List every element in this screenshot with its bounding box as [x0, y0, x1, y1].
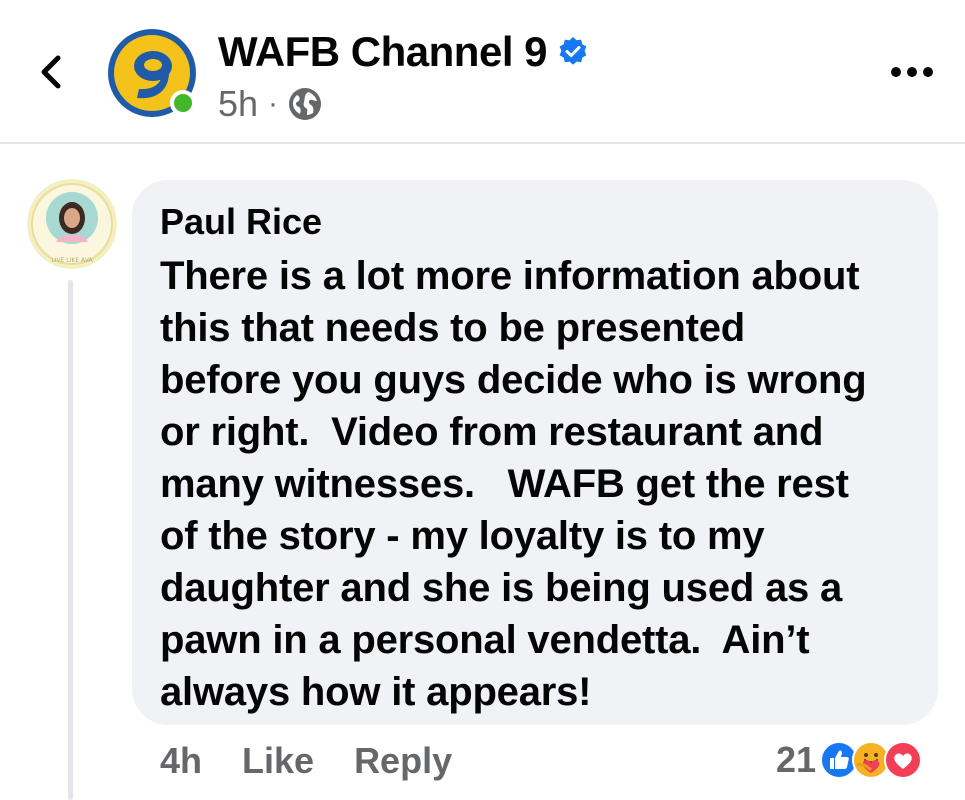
profile-photo-icon: LIVE LIKE AVA — [27, 179, 117, 269]
post-header: 9 WAFB Channel 9 5h · — [0, 0, 965, 144]
comment-time[interactable]: 4h — [160, 740, 202, 782]
comment-text: There is a lot more information about th… — [160, 254, 867, 714]
globe-icon — [289, 88, 322, 120]
online-status-dot — [170, 90, 196, 116]
post-time[interactable]: 5h — [218, 83, 258, 125]
reply-button[interactable]: Reply — [354, 740, 452, 782]
meta-separator: · — [268, 87, 279, 120]
post-meta: 5h · — [218, 82, 322, 126]
back-button[interactable] — [28, 48, 76, 96]
more-dots-icon — [891, 67, 933, 77]
commenter-avatar[interactable]: LIVE LIKE AVA — [26, 178, 118, 270]
reaction-count: 21 — [776, 739, 817, 780]
commenter-name[interactable]: Paul Rice — [160, 200, 914, 244]
comment-bubble: Paul Rice There is a lot more informatio… — [132, 180, 938, 725]
verified-check-icon — [559, 37, 587, 65]
reaction-icons — [820, 741, 923, 779]
comment-actions: 4h Like Reply — [160, 738, 452, 784]
love-reaction-icon — [884, 741, 923, 779]
thread-line — [68, 280, 73, 800]
page-name-row: WAFB Channel 9 — [218, 26, 589, 78]
page-name[interactable]: WAFB Channel 9 — [218, 28, 548, 76]
chevron-left-icon — [41, 55, 61, 89]
more-options-button[interactable] — [884, 52, 940, 92]
svg-text:LIVE LIKE AVA: LIVE LIKE AVA — [51, 257, 93, 264]
like-button[interactable]: Like — [242, 740, 314, 782]
reactions-summary[interactable]: 21 — [776, 735, 923, 785]
